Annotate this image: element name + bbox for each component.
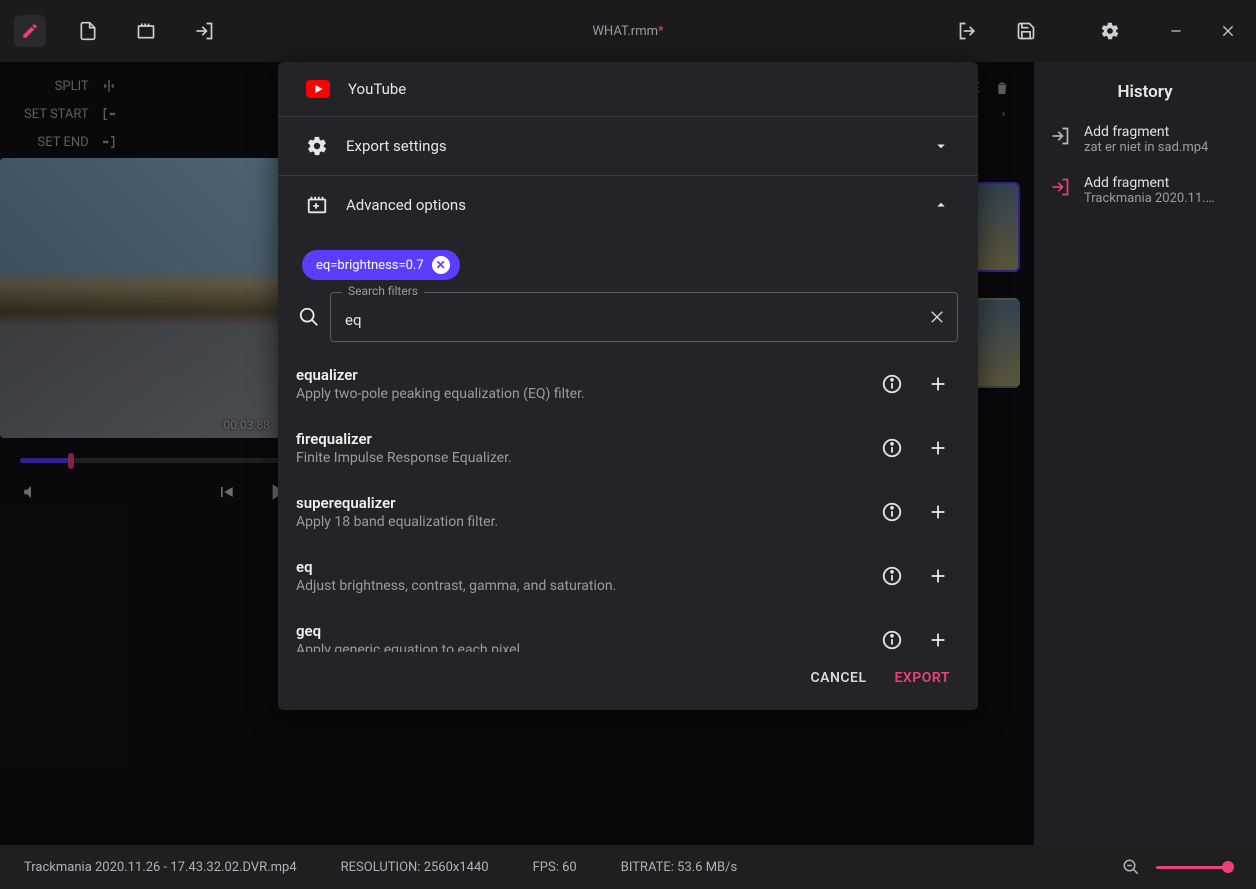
window-title: WHAT.rmm*: [592, 24, 663, 39]
export-dialog: YouTube Export settings Advanced options…: [278, 62, 978, 710]
filter-add-button[interactable]: [918, 556, 958, 596]
status-fps: FPS: 60: [533, 860, 577, 875]
filter-results-list[interactable]: equalizer Apply two-pole peaking equaliz…: [288, 352, 972, 652]
filter-result-desc: Adjust brightness, contrast, gamma, and …: [296, 578, 866, 594]
search-label: Search filters: [342, 284, 424, 298]
save-button[interactable]: [1010, 15, 1042, 47]
youtube-icon: [306, 80, 330, 98]
filter-info-button[interactable]: [872, 492, 912, 532]
search-filters-input[interactable]: [330, 292, 958, 342]
zoom-slider[interactable]: [1156, 866, 1232, 869]
project-button[interactable]: [130, 15, 162, 47]
advanced-options-row[interactable]: Advanced options: [278, 176, 978, 234]
export-confirm-button[interactable]: EXPORT: [895, 670, 950, 686]
import-clip-icon: [1050, 126, 1070, 146]
destination-row[interactable]: YouTube: [278, 62, 978, 117]
status-bar: Trackmania 2020.11.26 - 17.43.32.02.DVR.…: [0, 845, 1256, 889]
window-close-button[interactable]: [1214, 15, 1242, 47]
chip-remove-icon[interactable]: ✕: [432, 256, 450, 274]
filter-result-name: equalizer: [296, 366, 866, 384]
filter-result-name: superequalizer: [296, 494, 866, 512]
filter-add-button[interactable]: [918, 428, 958, 468]
filter-result-desc: Apply two-pole peaking equalization (EQ)…: [296, 386, 866, 402]
filter-add-button[interactable]: [918, 364, 958, 404]
zoom-icon[interactable]: [1122, 858, 1140, 876]
chevron-up-icon: [932, 196, 950, 214]
filter-info-button[interactable]: [872, 620, 912, 652]
history-item[interactable]: Add fragment zat er niet in sad.mp4: [1034, 114, 1256, 165]
filter-result-desc: Apply generic equation to each pixel.: [296, 642, 866, 652]
title-bar: WHAT.rmm*: [0, 0, 1256, 62]
filter-result-row: superequalizer Apply 18 band equalizatio…: [288, 480, 972, 544]
title-filename: WHAT.rmm: [592, 24, 658, 39]
filter-result-desc: Finite Impulse Response Equalizer.: [296, 450, 866, 466]
filter-info-button[interactable]: [872, 428, 912, 468]
import-clip-icon: [1050, 177, 1070, 197]
status-filename: Trackmania 2020.11.26 - 17.43.32.02.DVR.…: [24, 860, 297, 875]
chevron-down-icon: [932, 137, 950, 155]
export-settings-row[interactable]: Export settings: [278, 117, 978, 176]
filter-result-row: firequalizer Finite Impulse Response Equ…: [288, 416, 972, 480]
status-bitrate: BITRATE: 53.6 MB/s: [621, 860, 738, 875]
filter-result-row: geq Apply generic equation to each pixel…: [288, 608, 972, 652]
filter-result-name: firequalizer: [296, 430, 866, 448]
search-icon: [298, 306, 320, 328]
history-panel: History Add fragment zat er niet in sad.…: [1034, 62, 1256, 845]
filter-result-desc: Apply 18 band equalization filter.: [296, 514, 866, 530]
filter-result-row: equalizer Apply two-pole peaking equaliz…: [288, 352, 972, 416]
settings-button[interactable]: [1094, 15, 1126, 47]
edit-mode-button[interactable]: [14, 15, 46, 47]
filter-add-button[interactable]: [918, 620, 958, 652]
new-file-button[interactable]: [72, 15, 104, 47]
filter-result-row: eq Adjust brightness, contrast, gamma, a…: [288, 544, 972, 608]
export-button[interactable]: [952, 15, 984, 47]
filter-add-button[interactable]: [918, 492, 958, 532]
modified-indicator: *: [658, 24, 664, 39]
clear-search-button[interactable]: [928, 308, 946, 326]
status-resolution: RESOLUTION: 2560x1440: [341, 860, 489, 875]
cancel-button[interactable]: CANCEL: [811, 670, 867, 686]
filter-info-button[interactable]: [872, 364, 912, 404]
filter-result-name: geq: [296, 622, 866, 640]
filter-info-button[interactable]: [872, 556, 912, 596]
history-title: History: [1034, 82, 1256, 102]
window-minimize-button[interactable]: [1162, 15, 1190, 47]
filter-chip[interactable]: eq=brightness=0.7 ✕: [302, 250, 460, 280]
filter-icon: [306, 194, 328, 216]
filter-result-name: eq: [296, 558, 866, 576]
gear-icon: [306, 135, 328, 157]
history-item[interactable]: Add fragment Trackmania 2020.11.…: [1034, 165, 1256, 216]
import-button[interactable]: [188, 15, 220, 47]
